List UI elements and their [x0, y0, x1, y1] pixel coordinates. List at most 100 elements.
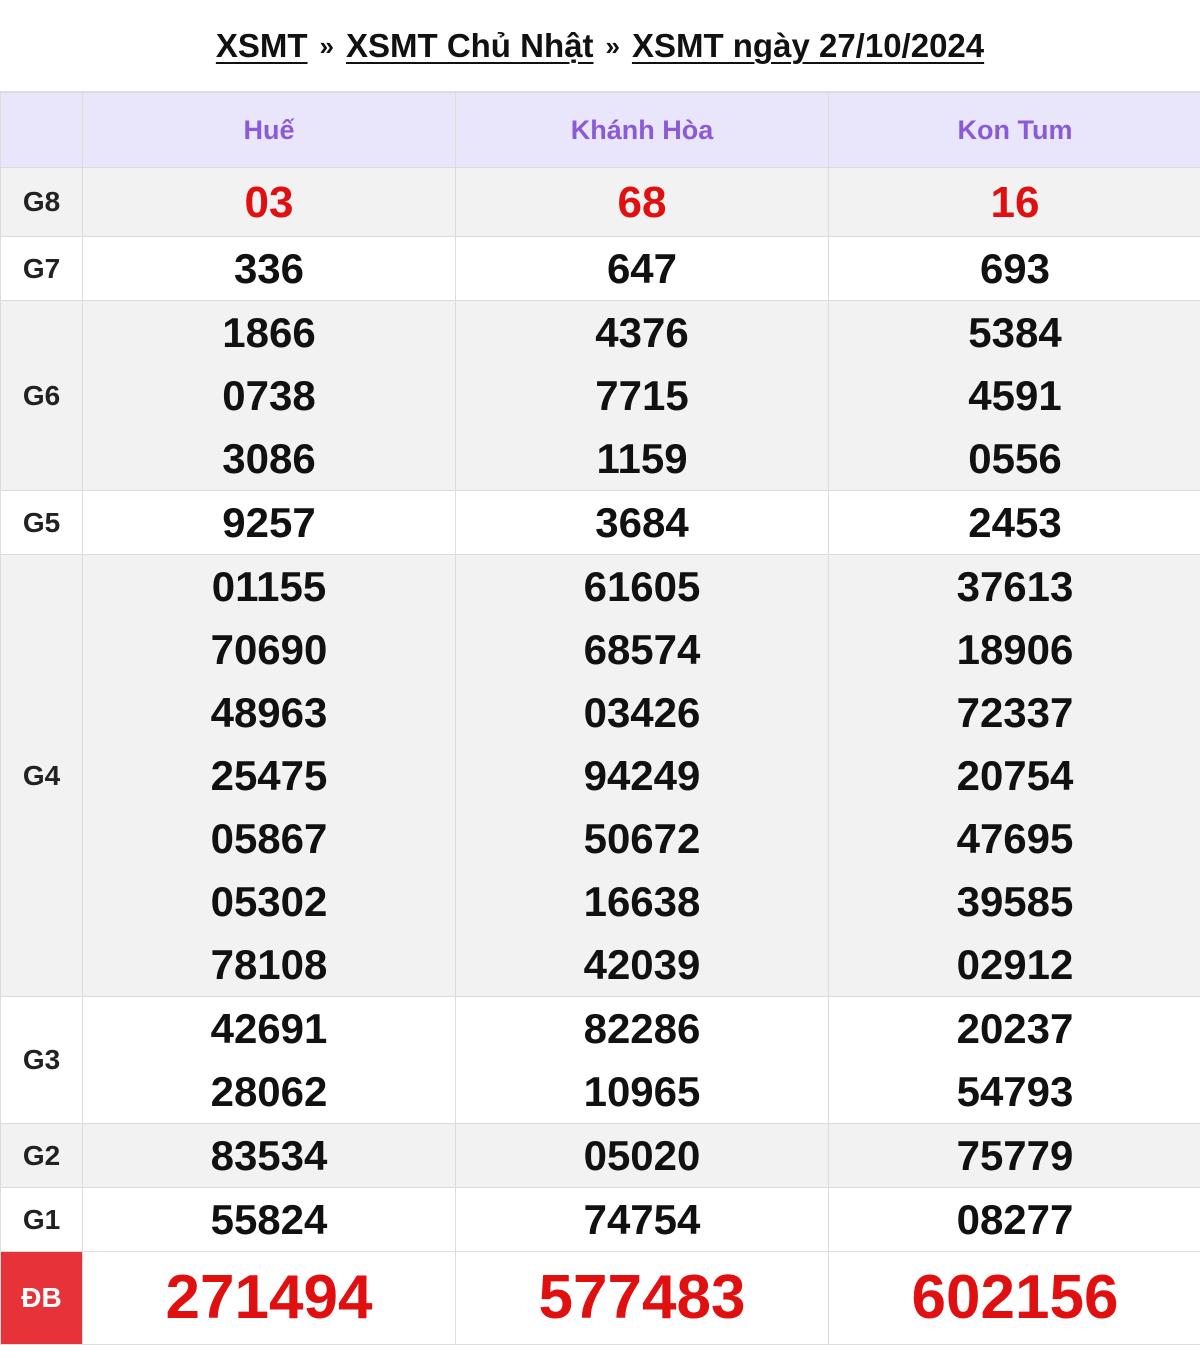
- prize-number: 42039: [583, 941, 701, 988]
- prize-cell: 577483: [455, 1251, 829, 1345]
- prize-number: 54793: [956, 1068, 1074, 1115]
- province-header-row: Huế Khánh Hòa Kon Tum: [0, 92, 1200, 168]
- province-header-hue: Huế: [82, 92, 456, 168]
- prize-row-g8: G8 03 68 16: [0, 167, 1200, 237]
- prize-number: 4376: [595, 309, 689, 356]
- prize-number: 20754: [956, 752, 1074, 799]
- prize-number: 2453: [968, 499, 1062, 546]
- prize-number: 05867: [210, 815, 328, 862]
- prize-number: 3684: [595, 499, 689, 546]
- prize-number: 78108: [210, 941, 328, 988]
- prize-number: 5384: [968, 309, 1062, 356]
- prize-number: 70690: [210, 626, 328, 673]
- results-body: G8 03 68 16 G7 336 647 693 G6 1866 0738 3086 4376 771…: [0, 167, 1200, 1345]
- prize-number: 55824: [210, 1196, 328, 1243]
- prize-number: 48963: [210, 689, 328, 736]
- prize-number: 68: [617, 177, 667, 227]
- prize-label: G1: [0, 1187, 83, 1252]
- prize-number: 37613: [956, 563, 1074, 610]
- prize-number: 1866: [222, 309, 316, 356]
- breadcrumb: XSMT » XSMT Chủ Nhật » XSMT ngày 27/10/2…: [0, 0, 1200, 92]
- prize-number: 1159: [596, 435, 688, 482]
- prize-number: 50672: [583, 815, 701, 862]
- prize-number: 03: [244, 177, 294, 227]
- prize-cell: 693: [828, 236, 1200, 301]
- prize-number: 0738: [222, 372, 316, 419]
- prize-label: G8: [0, 167, 83, 237]
- prize-cell: 37613 18906 72337 20754 47695 39585 02912: [828, 554, 1200, 997]
- prize-row-g6: G6 1866 0738 3086 4376 7715 1159 5384 4591 0556: [0, 300, 1200, 491]
- prize-row-g7: G7 336 647 693: [0, 236, 1200, 301]
- prize-number: 4591: [968, 372, 1062, 419]
- prize-number: 39585: [956, 878, 1074, 925]
- prize-number: 05020: [583, 1132, 701, 1179]
- prize-cell: 271494: [82, 1251, 456, 1345]
- prize-cell: 602156: [828, 1251, 1200, 1345]
- prize-cell: 336: [82, 236, 456, 301]
- prize-number: 82286: [583, 1005, 701, 1052]
- prize-number: 61605: [583, 563, 701, 610]
- prize-cell: 01155 70690 48963 25475 05867 05302 78108: [82, 554, 456, 997]
- results-table: Huế Khánh Hòa Kon Tum G8 03 68 16 G7 336 647 69…: [0, 92, 1200, 1345]
- prize-cell: 9257: [82, 490, 456, 555]
- prize-cell: 05020: [455, 1123, 829, 1188]
- prize-number: 28062: [210, 1068, 328, 1115]
- prize-number: 20237: [956, 1005, 1074, 1052]
- prize-cell: 75779: [828, 1123, 1200, 1188]
- prize-number: 03426: [583, 689, 701, 736]
- prize-row-g1: G1 55824 74754 08277: [0, 1187, 1200, 1252]
- prize-cell: 61605 68574 03426 94249 50672 16638 42039: [455, 554, 829, 997]
- breadcrumb-link-xsmt-date[interactable]: XSMT ngày 27/10/2024: [632, 27, 984, 65]
- prize-number: 94249: [583, 752, 701, 799]
- prize-cell: 647: [455, 236, 829, 301]
- prize-label: G6: [0, 300, 83, 491]
- prize-cell: 82286 10965: [455, 996, 829, 1124]
- prize-number: 05302: [210, 878, 328, 925]
- prize-row-g2: G2 83534 05020 75779: [0, 1123, 1200, 1188]
- prize-label: G2: [0, 1123, 83, 1188]
- prize-number: 9257: [222, 499, 316, 546]
- prize-row-db: ĐB 271494 577483 602156: [0, 1251, 1200, 1345]
- breadcrumb-separator: »: [319, 31, 334, 61]
- prize-number: 577483: [538, 1263, 746, 1332]
- prize-label: G3: [0, 996, 83, 1124]
- prize-row-g4: G4 01155 70690 48963 25475 05867 05302 78108 616…: [0, 554, 1200, 997]
- prize-label: G5: [0, 490, 83, 555]
- prize-number: 75779: [956, 1132, 1074, 1179]
- prize-number: 02912: [956, 941, 1074, 988]
- province-header-kon-tum: Kon Tum: [828, 92, 1200, 168]
- prize-number: 336: [233, 245, 305, 292]
- prize-number: 83534: [210, 1132, 328, 1179]
- prize-row-g5: G5 9257 3684 2453: [0, 490, 1200, 555]
- prize-cell: 68: [455, 167, 829, 237]
- prize-cell: 42691 28062: [82, 996, 456, 1124]
- prize-number: 10965: [583, 1068, 701, 1115]
- breadcrumb-link-xsmt[interactable]: XSMT: [216, 27, 308, 65]
- prize-number: 68574: [583, 626, 701, 673]
- prize-cell: 1866 0738 3086: [82, 300, 456, 491]
- prize-number: 25475: [210, 752, 328, 799]
- prize-number: 271494: [165, 1263, 373, 1332]
- prize-label: ĐB: [0, 1251, 83, 1345]
- prize-number: 693: [979, 245, 1051, 292]
- prize-number: 3086: [222, 435, 316, 482]
- prize-cell: 83534: [82, 1123, 456, 1188]
- breadcrumb-link-xsmt-chu-nhat[interactable]: XSMT Chủ Nhật: [346, 27, 593, 65]
- prize-cell: 16: [828, 167, 1200, 237]
- prize-number: 08277: [956, 1196, 1074, 1243]
- prize-cell: 03: [82, 167, 456, 237]
- prize-number: 0556: [968, 435, 1062, 482]
- prize-number: 42691: [210, 1005, 328, 1052]
- prize-number: 18906: [956, 626, 1074, 673]
- prize-cell: 5384 4591 0556: [828, 300, 1200, 491]
- prize-number: 16638: [583, 878, 701, 925]
- prize-cell: 3684: [455, 490, 829, 555]
- prize-row-g3: G3 42691 28062 82286 10965 20237 54793: [0, 996, 1200, 1124]
- prize-number: 01155: [211, 563, 327, 610]
- prize-number: 47695: [956, 815, 1074, 862]
- prize-cell: 20237 54793: [828, 996, 1200, 1124]
- prize-cell: 08277: [828, 1187, 1200, 1252]
- province-header-khanh-hoa: Khánh Hòa: [455, 92, 829, 168]
- prize-number: 602156: [911, 1263, 1119, 1332]
- prize-cell: 4376 7715 1159: [455, 300, 829, 491]
